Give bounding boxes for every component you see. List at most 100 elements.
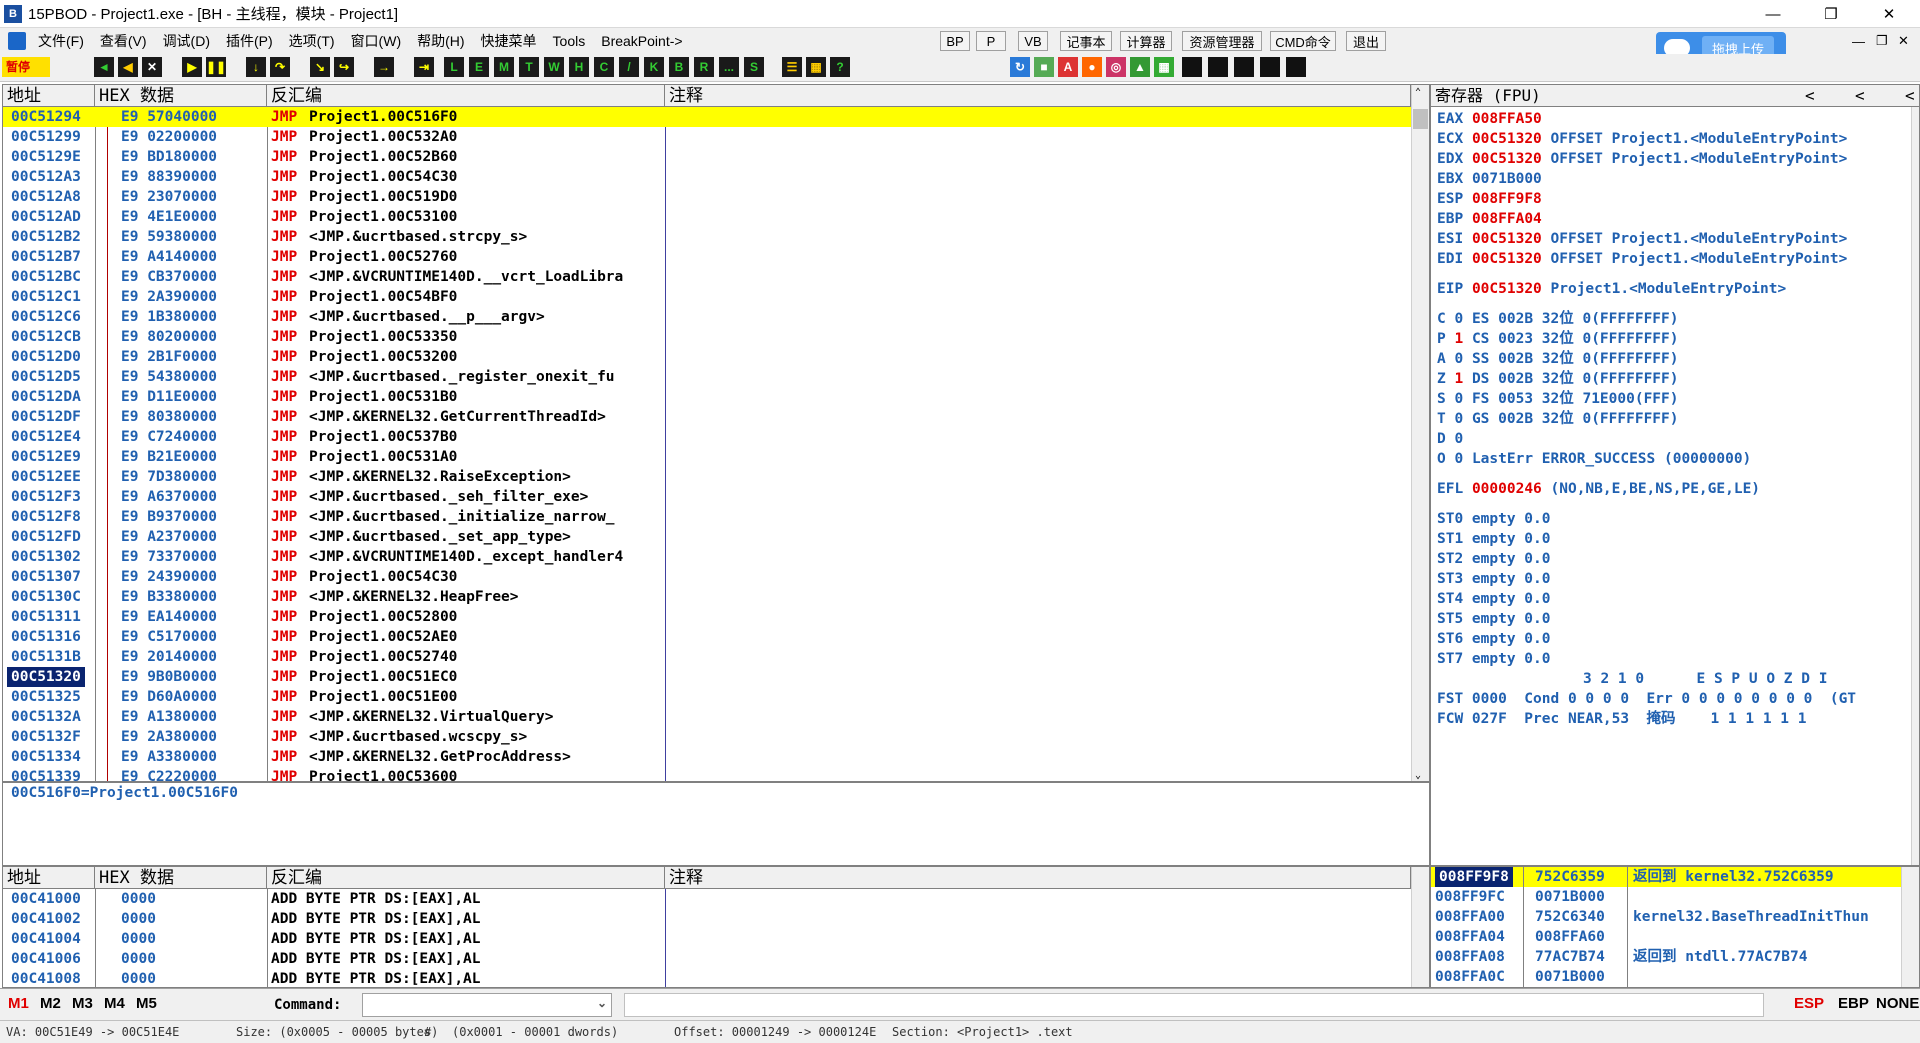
run-trace-window-button[interactable]: ... (719, 57, 739, 77)
menu-breakpoint[interactable]: BreakPoint-> (593, 33, 690, 49)
eip-value[interactable]: 00C51320 (1472, 281, 1542, 297)
step-over-icon[interactable]: ↷ (270, 57, 290, 77)
reg-value[interactable]: 00C51320 (1472, 251, 1542, 267)
callstack-window-button[interactable]: K (644, 57, 664, 77)
plugin-icon-black-3[interactable] (1234, 57, 1254, 77)
menu-window[interactable]: 窗口(W) (343, 31, 410, 51)
run-icon[interactable]: ▶ (182, 57, 202, 77)
scroll-up-icon[interactable]: ⌃ (1415, 87, 1421, 98)
menu-options[interactable]: 选项(T) (281, 31, 343, 51)
register-row[interactable]: EBP 008FFA04 (1437, 209, 1542, 229)
threads-window-button[interactable]: T (519, 57, 539, 77)
col-address[interactable]: 地址 (3, 85, 95, 107)
plugin-icon-a[interactable]: A (1058, 57, 1078, 77)
patches-window-button[interactable]: / (619, 57, 639, 77)
vb-button[interactable]: VB (1018, 31, 1048, 51)
disasm-row[interactable]: 00C512AD E9 4E1E0000 JMP Project1.00C53100 (3, 207, 1411, 227)
fpu-st-row[interactable]: ST6 empty 0.0 (1437, 629, 1551, 649)
disasm-row[interactable]: 00C512E9 E9 B21E0000 JMP Project1.00C531A0 (3, 447, 1411, 467)
stack-row[interactable]: 008FFA08 77AC7B74 返回到 ntdll.77AC7B74 (1431, 947, 1903, 967)
mdi-close[interactable]: ✕ (1898, 33, 1909, 49)
bp-button[interactable]: BP (940, 31, 970, 51)
dump-col-hex[interactable]: HEX 数据 (95, 867, 267, 889)
disasm-row[interactable]: 00C512A8 E9 23070000 JMP Project1.00C519D0 (3, 187, 1411, 207)
windows-window-button[interactable]: W (544, 57, 564, 77)
stack-row[interactable]: 008FFA00 752C6340 kernel32.BaseThreadInitT… (1431, 907, 1903, 927)
maximize-button[interactable]: ❐ (1802, 0, 1860, 28)
register-row[interactable]: EAX 008FFA50 (1437, 109, 1542, 129)
flag-row[interactable]: A 0 SS 002B 32位 0(FFFFFFFF) (1437, 349, 1679, 369)
menu-app-icon[interactable] (8, 32, 26, 50)
p-button[interactable]: P (976, 31, 1006, 51)
register-row[interactable]: EDI 00C51320 OFFSET Project1.<ModuleEntr… (1437, 249, 1847, 269)
mdi-minimize[interactable]: — (1852, 34, 1865, 49)
disasm-row[interactable]: 00C51325 E9 D60A0000 JMP Project1.00C51E00 (3, 687, 1411, 707)
refresh-icon[interactable]: ↻ (1010, 57, 1030, 77)
registers-scrollbar[interactable] (1911, 107, 1919, 865)
exit-button[interactable]: 退出 (1346, 31, 1386, 51)
mark-m1[interactable]: M1 (8, 995, 29, 1012)
step-into-icon[interactable]: ↓ (246, 57, 266, 77)
disasm-row[interactable]: 00C512F8 E9 B9370000 JMP <JMP.&ucrtbased._i… (3, 507, 1411, 527)
stack-pane[interactable]: 008FF9F8 752C6359 返回到 kernel32.752C6359 008… (1430, 866, 1920, 988)
disasm-row[interactable]: 00C512E4 E9 C7240000 JMP Project1.00C537B0 (3, 427, 1411, 447)
register-row[interactable]: ECX 00C51320 OFFSET Project1.<ModuleEntr… (1437, 129, 1847, 149)
register-row[interactable]: ESI 00C51320 OFFSET Project1.<ModuleEntr… (1437, 229, 1847, 249)
register-row[interactable]: EBX 0071B000 (1437, 169, 1542, 189)
scroll-down-icon[interactable]: ⌄ (1415, 770, 1421, 781)
disasm-row[interactable]: 00C512B2 E9 59380000 JMP <JMP.&ucrtbased.st… (3, 227, 1411, 247)
registers-pane[interactable]: 寄存器 (FPU) < < < EAX 008FFA50 ECX 00C5132… (1430, 84, 1920, 866)
col-comment[interactable]: 注释 (665, 85, 1411, 107)
memory-window-button[interactable]: M (494, 57, 514, 77)
modules-window-button[interactable]: E (469, 57, 489, 77)
flag-value[interactable]: 1 (1454, 371, 1463, 387)
mark-m3[interactable]: M3 (72, 995, 93, 1012)
plugin-icon-grid[interactable]: ▦ (1154, 57, 1174, 77)
disasm-row[interactable]: 00C512D0 E9 2B1F0000 JMP Project1.00C53200 (3, 347, 1411, 367)
minimize-button[interactable]: — (1744, 0, 1802, 28)
disasm-row[interactable]: 00C512DF E9 80380000 JMP <JMP.&KERNEL32.Get… (3, 407, 1411, 427)
esp-toggle[interactable]: ESP (1794, 995, 1824, 1012)
stack-row[interactable]: 008FF9F8 752C6359 返回到 kernel32.752C6359 (1431, 867, 1903, 887)
animate-into-icon[interactable]: ↘ (310, 57, 330, 77)
menu-file[interactable]: 文件(F) (30, 31, 92, 51)
disasm-row[interactable]: 00C512B7 E9 A4140000 JMP Project1.00C52760 (3, 247, 1411, 267)
dump-col-address[interactable]: 地址 (3, 867, 95, 889)
reg-value[interactable]: 00C51320 (1472, 151, 1542, 167)
flag-row[interactable]: D 0 (1437, 429, 1463, 449)
reg-value[interactable]: 0071B000 (1472, 171, 1542, 187)
menu-help[interactable]: 帮助(H) (409, 31, 472, 51)
flag-row[interactable]: S 0 FS 0053 32位 71E000(FFF) (1437, 389, 1679, 409)
mdi-restore[interactable]: ❐ (1876, 33, 1888, 49)
stack-row[interactable]: 008FF9FC 0071B000 (1431, 887, 1903, 907)
plugin-icon-1[interactable]: ■ (1034, 57, 1054, 77)
disasm-row[interactable]: 00C512C6 E9 1B380000 JMP <JMP.&ucrtbased.__… (3, 307, 1411, 327)
cmd-button[interactable]: CMD命令 (1270, 31, 1336, 51)
stack-scrollbar[interactable] (1901, 867, 1919, 987)
command-dropdown-icon[interactable]: ⌄ (597, 996, 607, 1010)
flag-value[interactable]: 0 (1454, 351, 1463, 367)
flag-value[interactable]: 0 (1454, 451, 1463, 467)
plugin-icon-black-1[interactable] (1182, 57, 1202, 77)
fpu-st-row[interactable]: ST4 empty 0.0 (1437, 589, 1551, 609)
disasm-row[interactable]: 00C51320 E9 9B0B0000 JMP Project1.00C51EC0 (3, 667, 1411, 687)
disasm-row[interactable]: 00C51311 E9 EA140000 JMP Project1.00C52800 (3, 607, 1411, 627)
disasm-row[interactable]: 00C512F3 E9 A6370000 JMP <JMP.&ucrtbased._s… (3, 487, 1411, 507)
plugin-icon-black-4[interactable] (1260, 57, 1280, 77)
col-disasm[interactable]: 反汇编 (267, 85, 665, 107)
stack-row[interactable]: 008FFA0C 0071B000 (1431, 967, 1903, 987)
execute-till-return-icon[interactable]: → (374, 57, 394, 77)
ebp-toggle[interactable]: EBP (1838, 995, 1869, 1012)
flag-value[interactable]: 0 (1454, 311, 1463, 327)
flag-row[interactable]: T 0 GS 002B 32位 0(FFFFFFFF) (1437, 409, 1679, 429)
scroll-thumb[interactable] (1413, 109, 1428, 129)
close-debug-icon[interactable]: ✕ (142, 57, 162, 77)
disasm-row[interactable]: 00C51294 E9 57040000 JMP Project1.00C516F0 (3, 107, 1411, 127)
disasm-row[interactable]: 00C512BC E9 CB370000 JMP <JMP.&VCRUNTIME140… (3, 267, 1411, 287)
dump-row[interactable]: 00C41006 0000 ADD BYTE PTR DS:[EAX],AL (3, 949, 1411, 969)
dump-row[interactable]: 00C41008 0000 ADD BYTE PTR DS:[EAX],AL (3, 969, 1411, 987)
restart-icon[interactable]: ◀ (118, 57, 138, 77)
menu-plugins[interactable]: 插件(P) (218, 31, 281, 51)
dump-col-comment[interactable]: 注释 (665, 867, 1411, 889)
pause-icon[interactable]: ❚❚ (206, 57, 226, 77)
